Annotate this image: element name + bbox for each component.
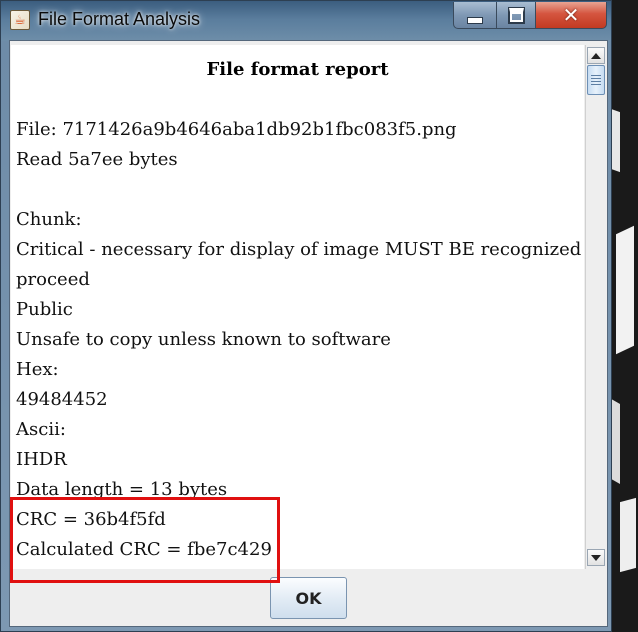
report-line-proceed: proceed bbox=[16, 269, 90, 290]
maximize-button[interactable] bbox=[496, 2, 536, 29]
ok-button[interactable]: OK bbox=[270, 577, 347, 619]
scroll-up-button[interactable] bbox=[587, 47, 605, 64]
minimize-button[interactable] bbox=[453, 2, 497, 29]
maximize-icon bbox=[507, 6, 525, 24]
report-line-ascii-label: Ascii: bbox=[16, 419, 66, 440]
close-button[interactable]: ✕ bbox=[535, 2, 607, 29]
java-cup-icon: ☕ bbox=[10, 10, 30, 30]
file-format-analysis-window: ☕ File Format Analysis ✕ File format rep… bbox=[0, 0, 612, 632]
report-line-calculated-crc: Calculated CRC = fbe7c429 bbox=[16, 539, 272, 560]
scroll-down-button[interactable] bbox=[587, 549, 605, 566]
vertical-scrollbar[interactable] bbox=[585, 45, 605, 569]
report-line-chunk: Chunk: bbox=[16, 209, 82, 230]
scrollbar-thumb[interactable] bbox=[587, 65, 605, 95]
report-line-unsafe: Unsafe to copy unless known to software bbox=[16, 329, 391, 350]
report-line-public: Public bbox=[16, 299, 73, 320]
title-bar[interactable]: ☕ File Format Analysis ✕ bbox=[1, 1, 611, 41]
report-line-ascii-value: IHDR bbox=[16, 449, 67, 470]
arrow-up-icon bbox=[591, 52, 601, 59]
minimize-icon bbox=[467, 16, 483, 24]
report-line-hex-value: 49484452 bbox=[16, 389, 108, 410]
window-title: File Format Analysis bbox=[38, 9, 201, 29]
report-line-hex-label: Hex: bbox=[16, 359, 59, 380]
report-line-critical: Critical - necessary for display of imag… bbox=[16, 239, 584, 260]
dialog-content: File format report File: 7171426a9b4646a… bbox=[9, 40, 608, 627]
report-text-area[interactable]: File format report File: 7171426a9b4646a… bbox=[11, 45, 584, 569]
report-line-crc: CRC = 36b4f5fd bbox=[16, 509, 166, 530]
close-icon: ✕ bbox=[562, 3, 580, 27]
report-line-bytes-read: Read 5a7ee bytes bbox=[16, 149, 178, 170]
arrow-down-icon bbox=[591, 554, 601, 561]
report-line-data-length: Data length = 13 bytes bbox=[16, 479, 228, 500]
report-heading: File format report bbox=[206, 59, 389, 80]
report-line-file: File: 7171426a9b4646aba1db92b1fbc083f5.p… bbox=[16, 119, 457, 140]
